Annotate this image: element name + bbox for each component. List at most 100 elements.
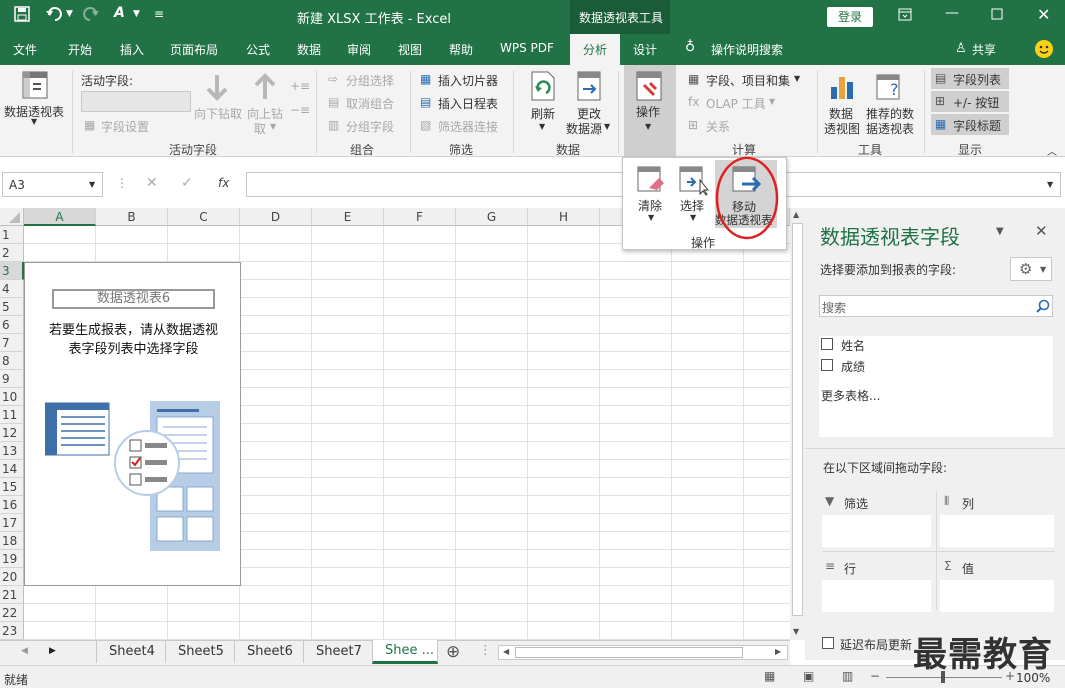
tab-view[interactable]: 视图 xyxy=(398,41,422,58)
active-field-input[interactable] xyxy=(81,91,191,112)
page-layout-view-icon[interactable]: ▣ xyxy=(803,669,814,683)
row-header-9[interactable]: 9 xyxy=(0,370,24,388)
normal-view-icon[interactable]: ▦ xyxy=(764,669,775,683)
row-header-15[interactable]: 15 xyxy=(0,478,24,496)
customize-qat-icon[interactable]: ≡ xyxy=(154,7,164,21)
scroll-up-icon[interactable]: ▲ xyxy=(793,210,799,219)
row-header-22[interactable]: 22 xyxy=(0,604,24,622)
next-sheet-icon[interactable]: ▶ xyxy=(49,646,56,656)
rows-drop-area[interactable] xyxy=(822,580,931,612)
tools-gear-button[interactable]: ⚙ ▼ xyxy=(1010,257,1052,281)
sheet-tab-sheet4[interactable]: Sheet4 xyxy=(109,644,155,659)
row-header-5[interactable]: 5 xyxy=(0,298,24,316)
change-source-icon[interactable] xyxy=(577,71,603,101)
clear-button[interactable]: 清除 xyxy=(638,197,662,214)
row-header-23[interactable]: 23 xyxy=(0,622,24,640)
pivot-table-icon[interactable] xyxy=(22,71,48,99)
scroll-thumb[interactable] xyxy=(792,223,803,616)
field-checkbox-name[interactable] xyxy=(821,338,833,350)
tab-home[interactable]: 开始 xyxy=(68,41,92,58)
insert-slicer-button[interactable]: 插入切片器 xyxy=(438,72,498,89)
save-icon[interactable] xyxy=(14,6,30,22)
actions-button-pressed[interactable]: 操作 ▼ xyxy=(624,65,676,157)
column-header-c[interactable]: C xyxy=(168,208,240,226)
insert-timeline-button[interactable]: 插入日程表 xyxy=(438,95,498,112)
ribbon-display-icon[interactable] xyxy=(898,8,912,21)
smiley-icon[interactable] xyxy=(1035,40,1053,58)
filters-drop-area[interactable] xyxy=(822,515,931,547)
refresh-dropdown-icon[interactable]: ▼ xyxy=(539,122,545,131)
tab-analyze-active[interactable]: 分析 xyxy=(570,34,620,65)
expand-formula-icon[interactable]: ▼ xyxy=(1047,180,1053,189)
sheet-tab-sheet7[interactable]: Sheet7 xyxy=(316,644,362,659)
recommended-pivot-icon[interactable]: ? xyxy=(876,71,904,101)
row-header-2[interactable]: 2 xyxy=(0,244,24,262)
column-header-g[interactable]: G xyxy=(456,208,528,226)
tab-help[interactable]: 帮助 xyxy=(449,41,473,58)
column-header-a[interactable]: A xyxy=(24,208,96,226)
tab-page-layout[interactable]: 页面布局 xyxy=(170,41,218,58)
defer-update-checkbox[interactable] xyxy=(822,637,834,649)
tab-insert[interactable]: 插入 xyxy=(120,41,144,58)
fields-items-sets-icon[interactable]: ▦ xyxy=(688,72,699,86)
refresh-icon[interactable] xyxy=(530,71,556,101)
tab-analyze[interactable]: 分析 xyxy=(583,41,607,58)
column-header-b[interactable]: B xyxy=(96,208,168,226)
painter-dropdown-icon[interactable]: ▼ xyxy=(133,9,140,19)
vertical-scrollbar[interactable]: ▲ ▼ xyxy=(790,208,805,640)
worksheet-grid[interactable]: ABCDEFGH 1 2 3 4 5 6 7 8 9 10 11 12 13 14 15 16 17 18 19 20… xyxy=(0,208,790,640)
row-header-11[interactable]: 11 xyxy=(0,406,24,424)
row-header-7[interactable]: 7 xyxy=(0,334,24,352)
row-header-10[interactable]: 10 xyxy=(0,388,24,406)
horizontal-scrollbar[interactable]: ◀ ▶ xyxy=(498,645,788,660)
field-search-input[interactable]: 搜索 xyxy=(819,295,1053,317)
tell-me-search[interactable]: 操作说明搜索 xyxy=(711,41,783,58)
minimize-icon[interactable]: — xyxy=(945,5,959,21)
tab-wps-pdf[interactable]: WPS PDF xyxy=(500,41,554,55)
tab-formulas[interactable]: 公式 xyxy=(246,41,270,58)
column-header-d[interactable]: D xyxy=(240,208,312,226)
scroll-right-icon[interactable]: ▶ xyxy=(775,647,781,656)
name-box-dropdown-icon[interactable]: ▼ xyxy=(89,180,95,189)
collapse-ribbon-icon[interactable]: ︿ xyxy=(1047,143,1057,158)
insert-function-icon[interactable]: fx xyxy=(218,176,229,190)
pane-close-icon[interactable]: ✕ xyxy=(1035,222,1048,240)
format-painter-icon[interactable]: A xyxy=(114,5,125,21)
prev-sheet-icon[interactable]: ◀ xyxy=(21,646,28,656)
tab-review[interactable]: 审阅 xyxy=(347,41,371,58)
name-box[interactable]: A3 ▼ xyxy=(2,172,103,197)
undo-dropdown-icon[interactable]: ▼ xyxy=(66,9,73,19)
new-sheet-icon[interactable]: ⊕ xyxy=(446,642,460,662)
close-icon[interactable]: ✕ xyxy=(1037,5,1050,24)
row-header-17[interactable]: 17 xyxy=(0,514,24,532)
row-header-16[interactable]: 16 xyxy=(0,496,24,514)
pivot-chart-button-line2[interactable]: 透视图 xyxy=(824,120,860,137)
insert-timeline-icon[interactable]: ▤ xyxy=(420,95,431,109)
select-button[interactable]: 选择 xyxy=(680,197,704,214)
clear-dropdown-icon[interactable]: ▼ xyxy=(648,213,654,222)
insert-slicer-icon[interactable]: ▦ xyxy=(420,72,431,86)
login-button[interactable]: 登录 xyxy=(827,7,873,27)
columns-drop-area[interactable] xyxy=(940,515,1054,547)
field-list-toggle[interactable]: ▤ 字段列表 xyxy=(931,68,1009,89)
row-header-6[interactable]: 6 xyxy=(0,316,24,334)
row-header-21[interactable]: 21 xyxy=(0,586,24,604)
search-icon[interactable] xyxy=(1036,299,1050,313)
row-header-4[interactable]: 4 xyxy=(0,280,24,298)
select-all-corner[interactable] xyxy=(0,208,24,226)
pivot-table-dropdown-icon[interactable]: ▼ xyxy=(31,117,37,126)
buttons-toggle[interactable]: ⊞ +/- 按钮 xyxy=(931,91,1009,112)
change-source-dropdown-icon[interactable]: ▼ xyxy=(604,122,610,131)
h-scroll-thumb[interactable] xyxy=(515,647,743,658)
row-header-3[interactable]: 3 xyxy=(0,262,24,280)
sheet-tab-active[interactable]: Shee ... xyxy=(372,640,438,664)
row-header-12[interactable]: 12 xyxy=(0,424,24,442)
column-header-h[interactable]: H xyxy=(528,208,600,226)
undo-icon[interactable] xyxy=(45,6,63,22)
change-source-button-line2[interactable]: 数据源 xyxy=(566,120,602,137)
share-button[interactable]: 共享 xyxy=(972,41,996,58)
select-dropdown-icon[interactable]: ▼ xyxy=(690,213,696,222)
tab-file[interactable]: 文件 xyxy=(13,41,37,58)
sheet-tab-sheet5[interactable]: Sheet5 xyxy=(178,644,224,659)
pivot-chart-icon[interactable] xyxy=(829,71,857,101)
